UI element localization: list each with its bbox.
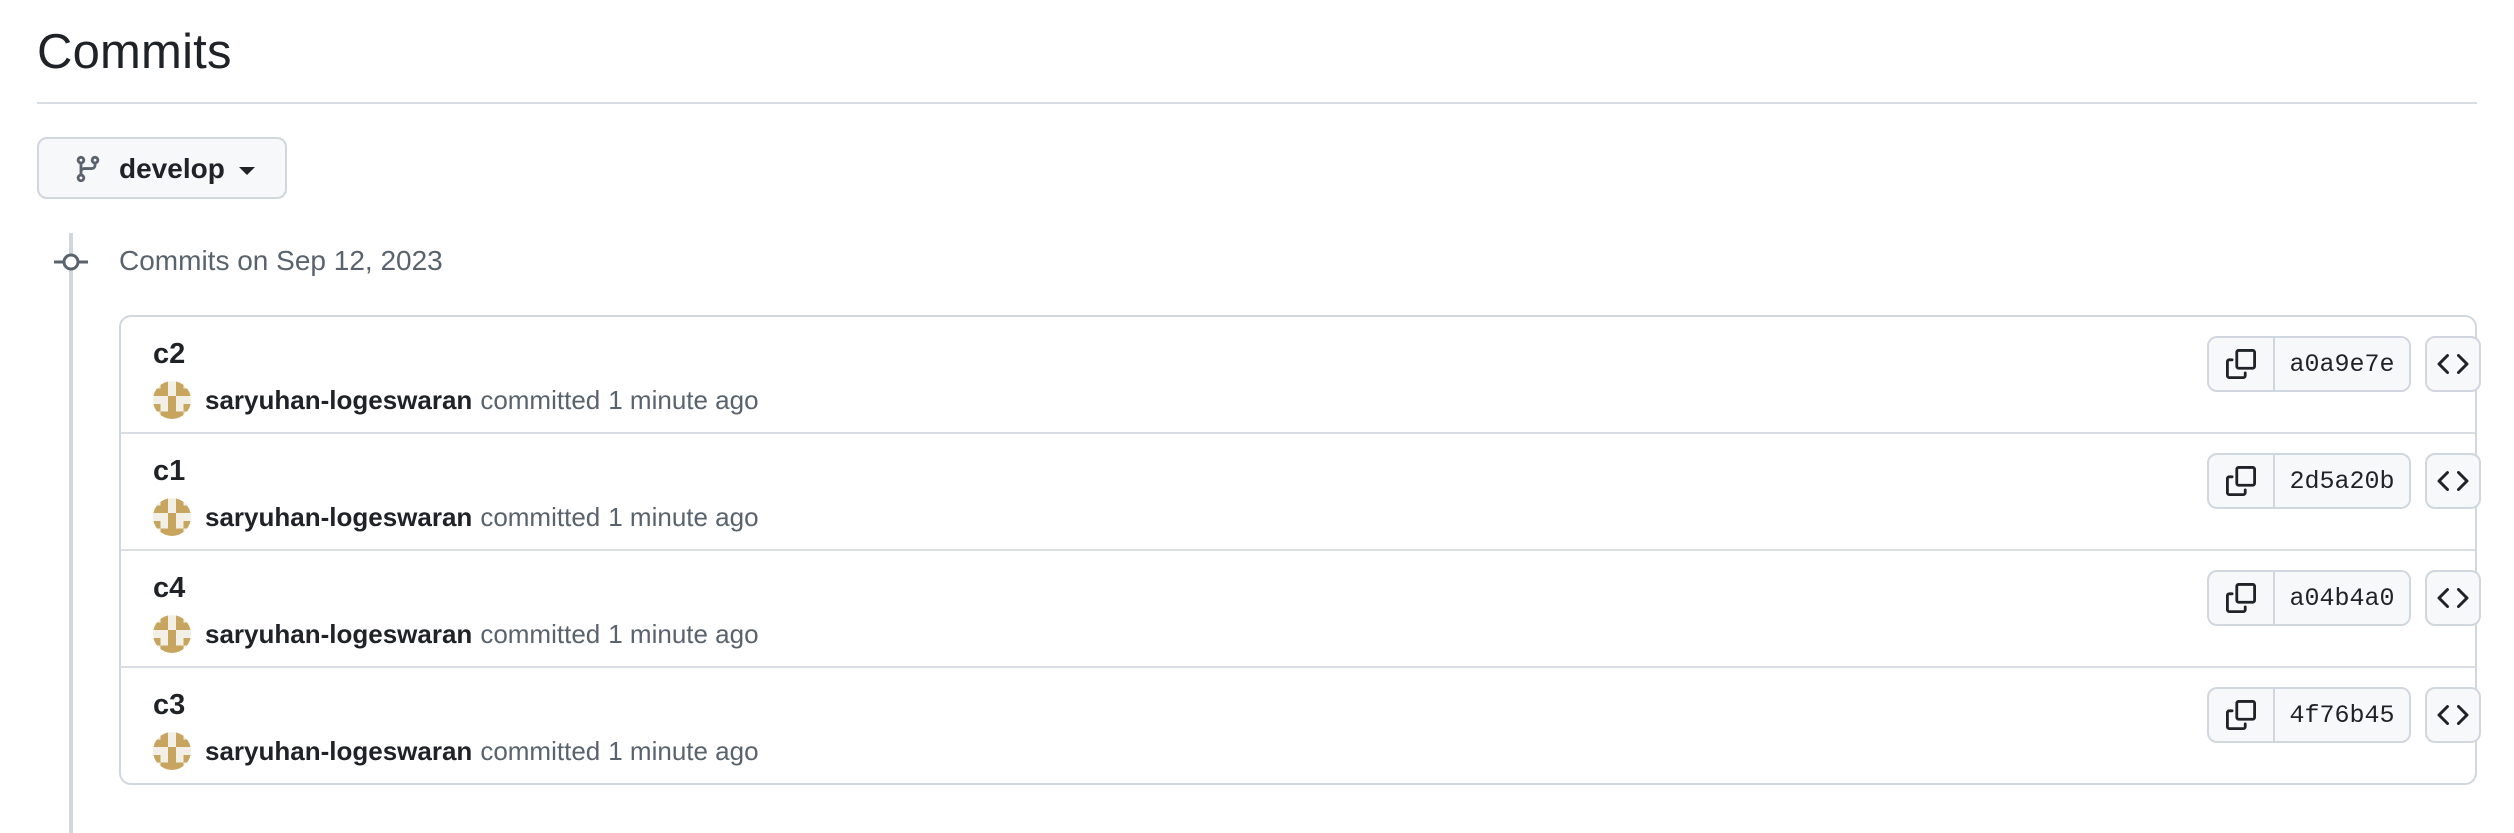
commit-author-link[interactable]: saryuhan-logeswaran	[205, 501, 472, 533]
commit-meta: saryuhan-logeswaran committed 1 minute a…	[153, 614, 759, 654]
commit-author-link[interactable]: saryuhan-logeswaran	[205, 384, 472, 416]
sha-button-group: a0a9e7e	[2207, 336, 2411, 392]
commit-row: c4 saryuhan-logeswaran committed 1 minut…	[121, 551, 2481, 668]
browse-repository-button[interactable]	[2425, 570, 2481, 626]
browse-repository-button[interactable]	[2425, 687, 2481, 743]
sha-button-group: a04b4a0	[2207, 570, 2411, 626]
commit-sha-link[interactable]: 4f76b45	[2275, 689, 2409, 741]
commit-sha-link[interactable]: a04b4a0	[2275, 572, 2409, 624]
commit-time: 1 minute ago	[608, 619, 759, 649]
commit-group-heading: Commits on Sep 12, 2023	[119, 245, 443, 276]
branch-name: develop	[119, 153, 225, 184]
commit-author-link[interactable]: saryuhan-logeswaran	[205, 618, 472, 650]
commit-row: c1 saryuhan-logeswaran committed 1 minut…	[121, 434, 2481, 551]
commit-meta: saryuhan-logeswaran committed 1 minute a…	[153, 731, 759, 771]
commit-message-link[interactable]: c3	[153, 688, 185, 722]
triangle-down-icon	[239, 167, 255, 175]
commit-row: c2 saryuhan-logeswaran committed 1 minut…	[121, 317, 2481, 434]
code-icon	[2437, 353, 2469, 375]
git-branch-icon	[76, 155, 100, 183]
sha-button-group: 4f76b45	[2207, 687, 2411, 743]
timeline-line	[69, 233, 73, 833]
commits-page: Commits develop Commits on Sep 12, 2023 …	[37, 0, 2481, 833]
code-icon	[2437, 587, 2469, 609]
copy-icon	[2226, 700, 2256, 730]
copy-sha-button[interactable]	[2209, 455, 2275, 507]
branch-select-button[interactable]: develop	[37, 137, 287, 199]
committed-text: committed	[480, 385, 601, 415]
commit-message-link[interactable]: c2	[153, 337, 185, 371]
copy-icon	[2226, 466, 2256, 496]
sha-button-group: 2d5a20b	[2207, 453, 2411, 509]
commit-row: c3 saryuhan-logeswaran committed 1 minut…	[121, 668, 2481, 783]
commit-author-link[interactable]: saryuhan-logeswaran	[205, 735, 472, 767]
copy-sha-button[interactable]	[2209, 338, 2275, 390]
avatar[interactable]	[153, 381, 191, 419]
commit-time: 1 minute ago	[608, 502, 759, 532]
avatar[interactable]	[153, 498, 191, 536]
copy-icon	[2226, 349, 2256, 379]
git-commit-icon	[54, 253, 88, 271]
copy-sha-button[interactable]	[2209, 689, 2275, 741]
copy-sha-button[interactable]	[2209, 572, 2275, 624]
commit-meta: saryuhan-logeswaran committed 1 minute a…	[153, 380, 759, 420]
committed-text: committed	[480, 619, 601, 649]
page-title: Commits	[37, 25, 232, 79]
avatar[interactable]	[153, 732, 191, 770]
commit-sha-link[interactable]: a0a9e7e	[2275, 338, 2409, 390]
code-icon	[2437, 470, 2469, 492]
commit-message-link[interactable]: c1	[153, 454, 185, 488]
browse-repository-button[interactable]	[2425, 336, 2481, 392]
committed-text: committed	[480, 502, 601, 532]
copy-icon	[2226, 583, 2256, 613]
commit-sha-link[interactable]: 2d5a20b	[2275, 455, 2409, 507]
commit-list: c2 saryuhan-logeswaran committed 1 minut…	[119, 315, 2481, 785]
code-icon	[2437, 704, 2469, 726]
avatar[interactable]	[153, 615, 191, 653]
commit-time: 1 minute ago	[608, 385, 759, 415]
committed-text: committed	[480, 736, 601, 766]
commit-meta: saryuhan-logeswaran committed 1 minute a…	[153, 497, 759, 537]
title-divider	[37, 102, 2477, 104]
browse-repository-button[interactable]	[2425, 453, 2481, 509]
commit-time: 1 minute ago	[608, 736, 759, 766]
commit-message-link[interactable]: c4	[153, 571, 185, 605]
